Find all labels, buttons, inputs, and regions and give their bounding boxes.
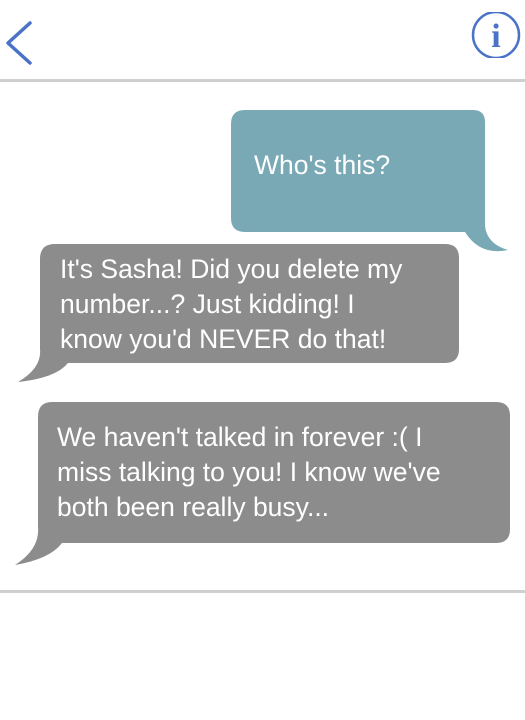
info-circle-icon: i (471, 10, 521, 60)
chat-header: i (0, 0, 525, 82)
info-button[interactable]: i (470, 10, 522, 60)
message-text: We haven't talked in forever :( I miss t… (57, 422, 441, 522)
message-text: It's Sasha! Did you delete my number...?… (60, 254, 403, 354)
message-bubble-outgoing (231, 110, 508, 252)
info-glyph: i (491, 18, 500, 55)
back-button[interactable] (2, 20, 38, 66)
message-text: Who's this? (254, 150, 391, 180)
chevron-left-icon (6, 21, 32, 65)
header-divider (0, 79, 525, 82)
composer-divider (0, 590, 525, 593)
chat-screen: i Who's this? It's Sasha! Did you delete… (0, 0, 525, 720)
